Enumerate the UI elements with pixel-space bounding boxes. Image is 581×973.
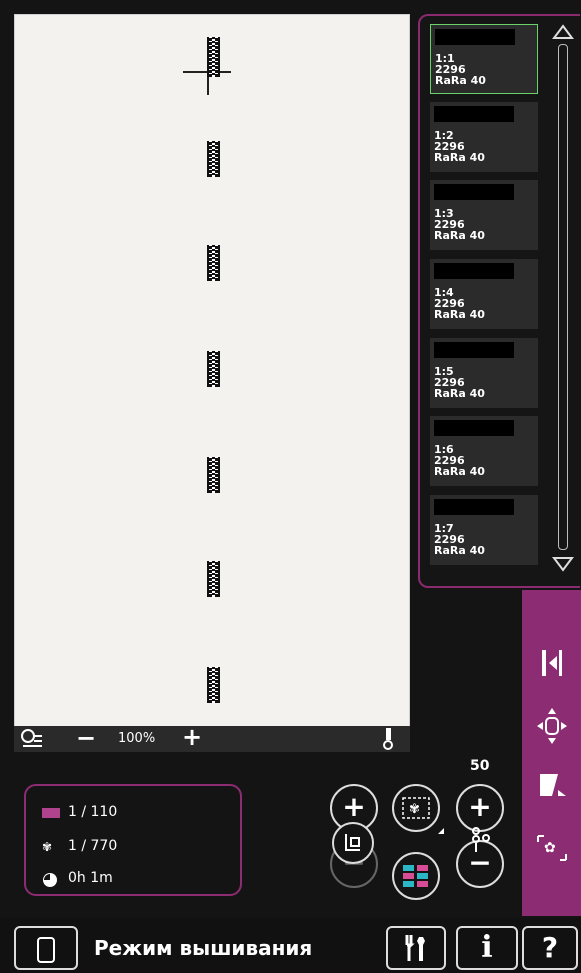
zoom-level: 100% xyxy=(118,731,156,746)
stitch-block xyxy=(207,667,220,703)
color-block-1[interactable]: 1:1 2296 RaRa 40 xyxy=(430,24,538,94)
color-block-icon xyxy=(42,808,60,818)
stitch-block xyxy=(207,141,220,177)
color-block-info: 1:4 2296 RaRa 40 xyxy=(434,286,485,321)
mode-switch-icon xyxy=(37,937,55,963)
thread-tension-icon[interactable] xyxy=(470,826,492,852)
clock-icon xyxy=(43,873,57,887)
step-increase-button[interactable]: + xyxy=(456,784,504,832)
info-button[interactable]: i xyxy=(456,926,518,970)
color-swatch xyxy=(434,420,514,436)
stitch-density-icon[interactable] xyxy=(538,770,568,800)
color-swatch xyxy=(435,29,515,45)
zoom-bar: − 100% + xyxy=(14,723,410,752)
time-remaining: 0h 1m xyxy=(68,870,113,886)
mode-switch-button[interactable] xyxy=(14,926,78,970)
color-block-6[interactable]: 1:6 2296 RaRa 40 xyxy=(430,416,538,486)
color-block-info: 1:5 2296 RaRa 40 xyxy=(434,365,485,400)
color-block-counter: 1 / 110 xyxy=(68,804,118,820)
color-block-info: 1:3 2296 RaRa 40 xyxy=(434,207,485,242)
color-block-2[interactable]: 1:2 2296 RaRa 40 xyxy=(430,102,538,172)
color-block-5[interactable]: 1:5 2296 RaRa 40 xyxy=(430,338,538,408)
pan-hand-icon[interactable] xyxy=(382,728,396,750)
butterfly-icon: ✾ xyxy=(402,797,430,819)
settings-menu-button[interactable] xyxy=(386,926,446,970)
align-icon[interactable] xyxy=(539,648,565,678)
embroidery-position-icon[interactable]: ✿ xyxy=(534,832,570,862)
stitch-count-icon: ✾ xyxy=(42,840,53,854)
svg-text:✿: ✿ xyxy=(544,840,556,856)
corner-indicator xyxy=(438,828,444,834)
zoom-out-button[interactable]: − xyxy=(76,724,96,752)
embroidery-info-box: 1 / 110 ✾ 1 / 770 0h 1m xyxy=(24,784,242,896)
color-block-7[interactable]: 1:7 2296 RaRa 40 xyxy=(430,495,538,565)
scroll-up-arrow-icon[interactable] xyxy=(552,24,574,40)
tools-icon xyxy=(405,935,425,961)
color-block-info: 1:6 2296 RaRa 40 xyxy=(434,443,485,478)
svg-text:✾: ✾ xyxy=(409,802,420,817)
color-block-info: 1:1 2296 RaRa 40 xyxy=(435,52,486,87)
stitch-block xyxy=(207,561,220,597)
stitch-block xyxy=(207,37,220,77)
color-blocks-icon xyxy=(403,865,428,887)
embroidery-canvas[interactable] xyxy=(14,14,410,749)
color-list: 1:1 2296 RaRa 40 1:2 2296 RaRa 40 1:3 22… xyxy=(418,14,580,588)
stitch-block xyxy=(207,351,220,387)
scroll-down-arrow-icon[interactable] xyxy=(552,556,574,572)
step-value: 50 xyxy=(470,758,490,774)
scrollbar[interactable] xyxy=(558,44,568,550)
zoom-options-icon[interactable] xyxy=(20,728,44,750)
color-swatch xyxy=(434,263,514,279)
color-swatch xyxy=(434,499,514,515)
info-icon: i xyxy=(481,930,493,965)
question-mark-icon: ? xyxy=(541,931,559,964)
select-design-button[interactable]: ✾ xyxy=(392,784,440,832)
edit-tools-sidebar: ✿ xyxy=(522,590,581,916)
goto-stitch-icon xyxy=(345,834,360,851)
color-swatch xyxy=(434,106,514,122)
color-block-4[interactable]: 1:4 2296 RaRa 40 xyxy=(430,259,538,329)
color-block-3[interactable]: 1:3 2296 RaRa 40 xyxy=(430,180,538,250)
color-swatch xyxy=(434,184,514,200)
stitch-counter: 1 / 770 xyxy=(68,838,118,854)
stitch-block xyxy=(207,457,220,493)
help-button[interactable]: ? xyxy=(522,926,578,970)
mode-title: Режим вышивания xyxy=(94,936,313,960)
bottom-bar: Режим вышивания i ? xyxy=(0,918,581,973)
color-block-info: 1:2 2296 RaRa 40 xyxy=(434,129,485,164)
zoom-in-button[interactable]: + xyxy=(182,723,202,751)
color-swatch xyxy=(434,342,514,358)
goto-stitch-button[interactable] xyxy=(332,822,374,864)
move-position-icon[interactable] xyxy=(537,708,567,744)
color-block-list-button[interactable] xyxy=(392,852,440,900)
stitch-block xyxy=(207,245,220,281)
color-block-info: 1:7 2296 RaRa 40 xyxy=(434,522,485,557)
